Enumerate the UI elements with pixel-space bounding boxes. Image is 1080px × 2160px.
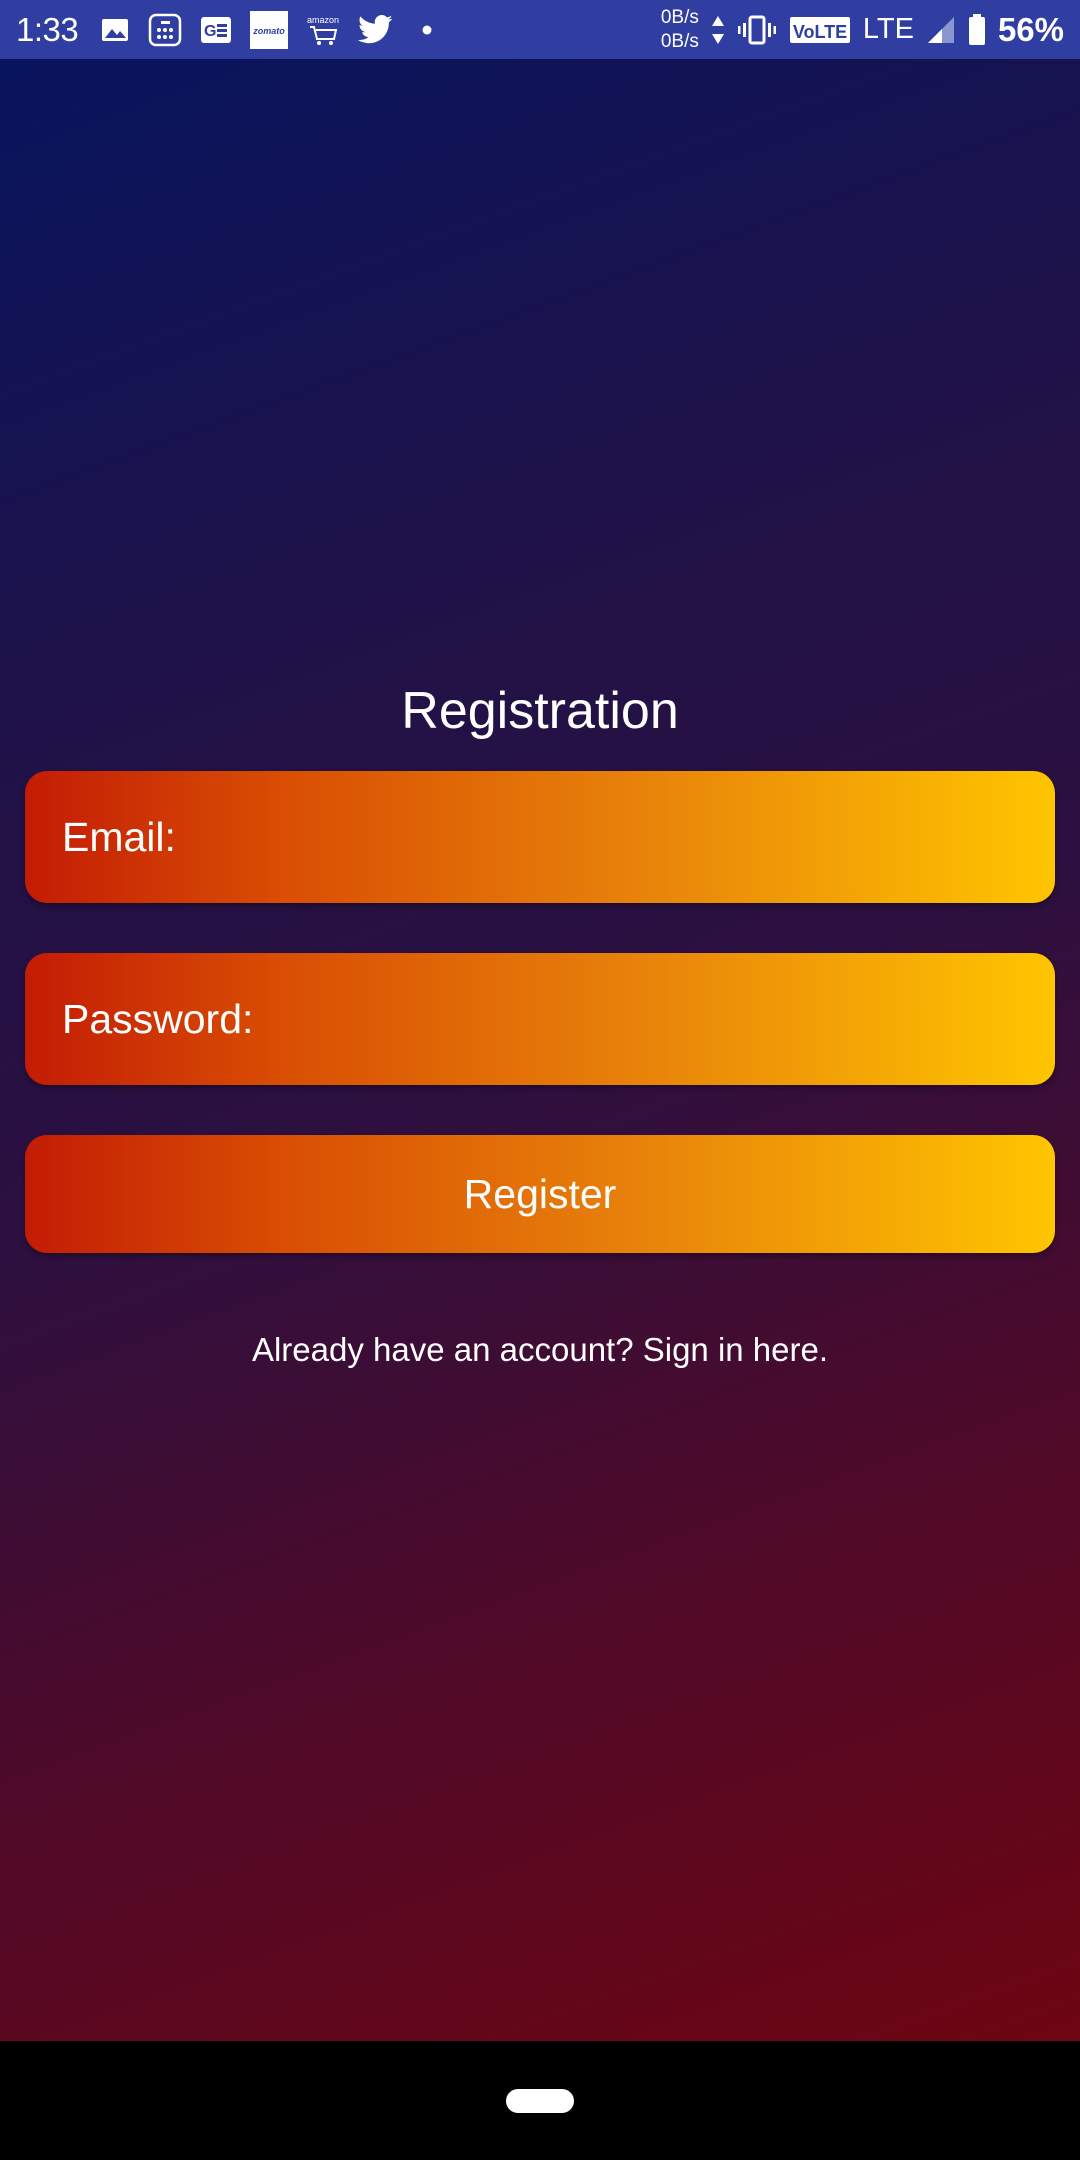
volte-icon: VoLTE (789, 14, 851, 46)
data-arrows-icon (711, 14, 725, 46)
register-button[interactable]: Register (25, 1135, 1055, 1253)
amazon-icon: amazon (306, 13, 340, 47)
page-title: Registration (401, 682, 679, 740)
status-time: 1:33 (16, 10, 79, 48)
home-button[interactable] (506, 2089, 574, 2113)
email-field[interactable]: Email: (25, 771, 1055, 903)
notification-icons: G zomato amazon (100, 10, 442, 49)
sign-in-link[interactable]: Already have an account? Sign in here. (0, 1331, 1080, 1369)
google-news-icon: G (200, 16, 232, 44)
zomato-icon: zomato (250, 10, 289, 49)
net-down-speed: 0B/s (660, 30, 699, 52)
svg-text:G: G (204, 23, 216, 40)
net-up-speed: 0B/s (660, 6, 699, 28)
twitter-icon (358, 14, 394, 45)
notification-dot-icon (412, 15, 442, 45)
password-field[interactable]: Password: (25, 953, 1055, 1085)
battery-icon (968, 13, 986, 46)
volte-text: VoLTE (793, 22, 847, 42)
battery-percent: 56% (997, 10, 1064, 48)
vibrate-icon (737, 14, 777, 46)
signal-icon (926, 15, 956, 45)
amazon-logo-text: amazon (307, 15, 339, 25)
status-right: 0B/s 0B/s VoLTE LTE 56% (661, 6, 1064, 54)
status-bar: 1:33 G zomato amazon 0B/s 0B/s VoLTE LTE… (0, 0, 1080, 59)
email-field-label: Email: (62, 813, 176, 860)
navigation-bar (0, 2041, 1080, 2160)
calculator-icon (148, 13, 182, 47)
password-field-label: Password: (62, 995, 254, 1042)
network-speed: 0B/s 0B/s (661, 6, 699, 54)
zomato-logo-text: zomato (252, 26, 285, 36)
network-type: LTE (862, 13, 914, 45)
registration-screen: Registration Email: Password: Register A… (0, 59, 1080, 2041)
gallery-icon (100, 15, 130, 45)
screen: 1:33 G zomato amazon 0B/s 0B/s VoLTE LTE… (0, 0, 1080, 2160)
